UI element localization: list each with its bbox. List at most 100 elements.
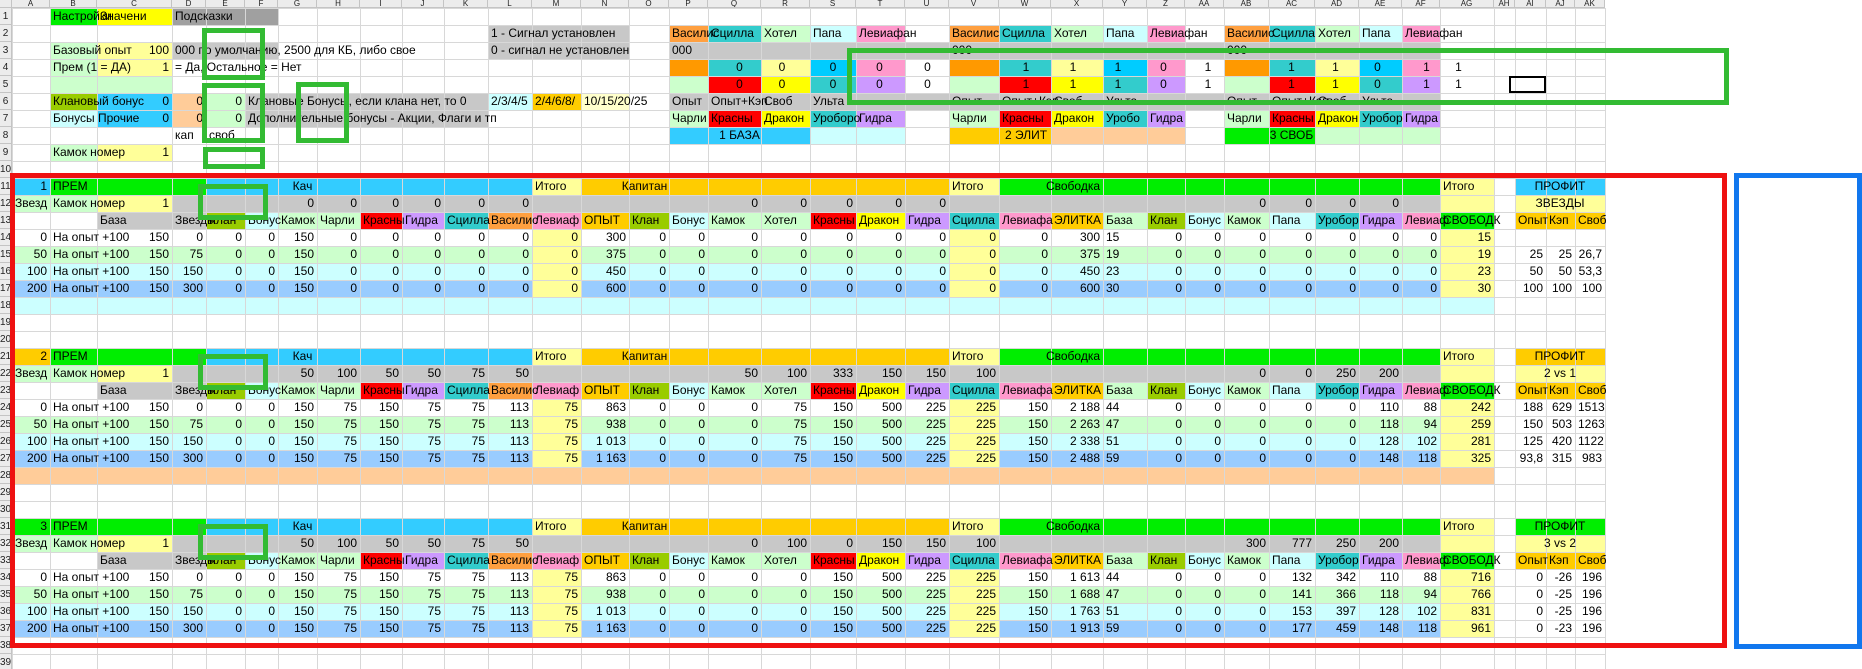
row-header[interactable]: 8: [0, 127, 12, 144]
column-header[interactable]: B: [50, 0, 97, 8]
cell-z15[interactable]: 0: [1147, 246, 1185, 263]
cell-k35[interactable]: 75: [444, 586, 488, 603]
cell-ac16[interactable]: 0: [1269, 263, 1315, 280]
cell-x25[interactable]: 2 263: [1051, 416, 1103, 433]
cell-t12[interactable]: 0: [856, 195, 905, 212]
cell-c34[interactable]: 150: [97, 569, 172, 586]
cell-k32[interactable]: 75: [444, 535, 488, 552]
cell-u24[interactable]: 225: [905, 399, 949, 416]
column-header[interactable]: E: [206, 0, 245, 8]
cell-aj34[interactable]: -26: [1546, 569, 1575, 586]
cell-u37[interactable]: 225: [905, 620, 949, 637]
cell-c37[interactable]: 150: [97, 620, 172, 637]
cell-g24[interactable]: 150: [278, 399, 317, 416]
cell-a14[interactable]: 0: [12, 229, 50, 246]
cell-ac24[interactable]: 0: [1269, 399, 1315, 416]
cell-q15[interactable]: 0: [708, 246, 761, 263]
cell-g35[interactable]: 150: [278, 586, 317, 603]
cell-af24[interactable]: 88: [1402, 399, 1440, 416]
cell-a35[interactable]: 50: [12, 586, 50, 603]
cell-s16[interactable]: 0: [810, 263, 856, 280]
cell-ac37[interactable]: 177: [1269, 620, 1315, 637]
cell-h25[interactable]: 75: [317, 416, 360, 433]
cell-w35[interactable]: 150: [999, 586, 1051, 603]
cell-d15[interactable]: 75: [172, 246, 206, 263]
cell-ab35[interactable]: 0: [1224, 586, 1269, 603]
column-header[interactable]: S: [810, 0, 856, 8]
cell-ak27[interactable]: 983: [1575, 450, 1605, 467]
cell-k14[interactable]: 0: [444, 229, 488, 246]
cell-r14[interactable]: 0: [761, 229, 810, 246]
cell-ab22[interactable]: 0: [1224, 365, 1269, 382]
cell-aa24[interactable]: 0: [1185, 399, 1224, 416]
cell-w27[interactable]: 150: [999, 450, 1051, 467]
row-header[interactable]: 29: [0, 484, 12, 501]
cell-x27[interactable]: 2 488: [1051, 450, 1103, 467]
cell-z24[interactable]: 0: [1147, 399, 1185, 416]
cell-i25[interactable]: 150: [360, 416, 402, 433]
column-header[interactable]: K: [444, 0, 488, 8]
cell-t14[interactable]: 0: [856, 229, 905, 246]
cell-p35[interactable]: 0: [669, 586, 708, 603]
cell-o35[interactable]: 0: [629, 586, 669, 603]
row-header[interactable]: 11: [0, 178, 12, 195]
column-header[interactable]: A: [12, 0, 50, 8]
cell-c3[interactable]: 100: [97, 42, 172, 59]
cell-n25[interactable]: 938: [581, 416, 629, 433]
cell-r36[interactable]: 0: [761, 603, 810, 620]
column-header[interactable]: V: [949, 0, 999, 8]
cell-ai25[interactable]: 150: [1515, 416, 1546, 433]
cell-ak36[interactable]: 196: [1575, 603, 1605, 620]
column-header[interactable]: T: [856, 0, 905, 8]
cell-m17[interactable]: 0: [532, 280, 581, 297]
cell-af7[interactable]: Гидра: [1402, 110, 1546, 127]
cell-a31[interactable]: 3: [12, 518, 50, 535]
cell-ai24[interactable]: 188: [1515, 399, 1546, 416]
cell-t17[interactable]: 0: [856, 280, 905, 297]
cell-j16[interactable]: 0: [402, 263, 444, 280]
cell-d37[interactable]: 300: [172, 620, 206, 637]
cell-i15[interactable]: 0: [360, 246, 402, 263]
cell-n37[interactable]: 1 163: [581, 620, 629, 637]
cell-ak35[interactable]: 196: [1575, 586, 1605, 603]
row-header[interactable]: 25: [0, 416, 12, 433]
cell-i27[interactable]: 150: [360, 450, 402, 467]
cell-c4[interactable]: 1: [97, 59, 172, 76]
cell-m25[interactable]: 75: [532, 416, 581, 433]
cell-ae34[interactable]: 110: [1359, 569, 1402, 586]
column-header[interactable]: U: [905, 0, 949, 8]
cell-l14[interactable]: 0: [488, 229, 532, 246]
cell-d17[interactable]: 300: [172, 280, 206, 297]
cell-k17[interactable]: 0: [444, 280, 488, 297]
cell-k16[interactable]: 0: [444, 263, 488, 280]
cell-h12[interactable]: 0: [317, 195, 360, 212]
column-header[interactable]: F: [245, 0, 278, 8]
row-header[interactable]: 36: [0, 603, 12, 620]
cell-ae6[interactable]: Ульта: [1359, 93, 1515, 110]
cell-ab25[interactable]: 0: [1224, 416, 1269, 433]
cell-c12[interactable]: 1: [97, 195, 172, 212]
cell-aa26[interactable]: 0: [1185, 433, 1224, 450]
cell-e15[interactable]: 0: [206, 246, 245, 263]
cell-x35[interactable]: 1 688: [1051, 586, 1103, 603]
cell-e34[interactable]: 0: [206, 569, 245, 586]
cell-ai16[interactable]: 50: [1515, 263, 1546, 280]
cell-i34[interactable]: 150: [360, 569, 402, 586]
cell-ad16[interactable]: 0: [1315, 263, 1359, 280]
cell-t36[interactable]: 500: [856, 603, 905, 620]
cell-z34[interactable]: 0: [1147, 569, 1185, 586]
row-header[interactable]: 23: [0, 382, 12, 399]
row-header[interactable]: 20: [0, 331, 12, 348]
cell-j32[interactable]: 50: [402, 535, 444, 552]
cell-z35[interactable]: 0: [1147, 586, 1185, 603]
cell-l26[interactable]: 113: [488, 433, 532, 450]
cell-ak34[interactable]: 196: [1575, 569, 1605, 586]
cell-l17[interactable]: 0: [488, 280, 532, 297]
cell-f36[interactable]: 0: [245, 603, 278, 620]
cell-c9[interactable]: 1: [97, 144, 172, 161]
cell-ab8[interactable]: 3 СВОБ: [1224, 127, 1359, 144]
cell-d36[interactable]: 150: [172, 603, 206, 620]
cell-d1[interactable]: Подсказки: [172, 8, 317, 25]
cell-ad12[interactable]: 0: [1315, 195, 1359, 212]
column-header[interactable]: AC: [1269, 0, 1315, 8]
